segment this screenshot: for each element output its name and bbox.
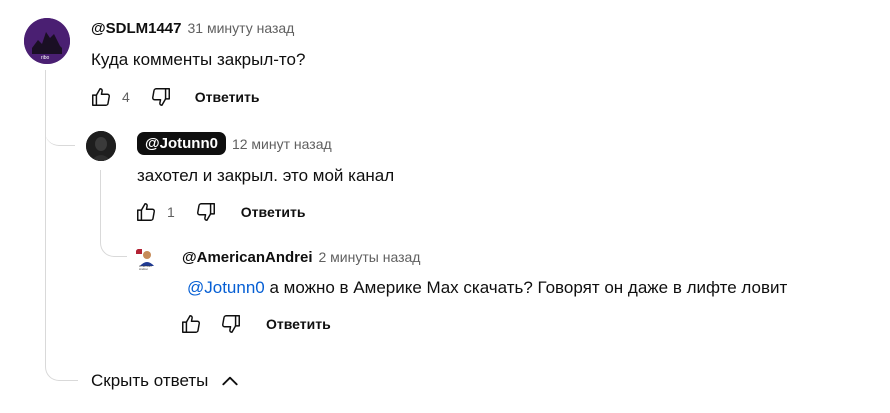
avatar-label: ribo bbox=[41, 55, 50, 61]
reply-timestamp[interactable]: 12 минут назад bbox=[232, 136, 332, 152]
avatar-americanandrei[interactable]: American Andrei bbox=[133, 246, 159, 272]
hide-replies-label: Скрыть ответы bbox=[91, 371, 209, 390]
avatar-sdlm1447[interactable]: ribo bbox=[24, 18, 70, 64]
dislike-icon[interactable] bbox=[195, 201, 217, 223]
comment-author[interactable]: @SDLM1447 bbox=[91, 20, 182, 37]
thread-curve-hide bbox=[45, 340, 78, 381]
avatar-label: American Andrei bbox=[139, 264, 152, 271]
reply-author[interactable]: @AmericanAndrei bbox=[182, 249, 313, 266]
reply-button[interactable]: Ответить bbox=[241, 204, 306, 220]
like-icon[interactable] bbox=[90, 86, 112, 108]
like-icon[interactable] bbox=[135, 201, 157, 223]
reply-text-line: @Jotunn0 а можно в Америке Max скачать? … bbox=[187, 278, 787, 298]
thread-curve-reply1 bbox=[45, 120, 75, 146]
reply-button[interactable]: Ответить bbox=[195, 89, 260, 105]
comment-timestamp[interactable]: 31 минуту назад bbox=[188, 20, 295, 36]
channel-owner-badge[interactable]: @Jotunn0 bbox=[137, 132, 226, 155]
avatar-jotunn0[interactable] bbox=[86, 131, 116, 161]
reply-timestamp[interactable]: 2 минуты назад bbox=[319, 249, 421, 265]
like-count: 1 bbox=[167, 204, 175, 220]
thread-curve-reply2 bbox=[100, 230, 127, 257]
comment-text: Куда комменты закрыл-то? bbox=[91, 50, 306, 69]
dislike-icon[interactable] bbox=[150, 86, 172, 108]
mention-link[interactable]: @Jotunn0 bbox=[187, 278, 265, 297]
like-count: 4 bbox=[122, 89, 130, 105]
reply-button[interactable]: Ответить bbox=[266, 316, 331, 332]
thread-line-main bbox=[45, 70, 46, 360]
dislike-icon[interactable] bbox=[220, 313, 242, 335]
like-icon[interactable] bbox=[180, 313, 202, 335]
avatar-image bbox=[86, 131, 116, 161]
reply-text: захотел и закрыл. это мой канал bbox=[137, 166, 395, 185]
reply-text: а можно в Америке Max скачать? Говорят о… bbox=[264, 278, 788, 297]
chevron-up-icon bbox=[220, 371, 240, 391]
hide-replies-button[interactable]: Скрыть ответы bbox=[91, 371, 240, 391]
